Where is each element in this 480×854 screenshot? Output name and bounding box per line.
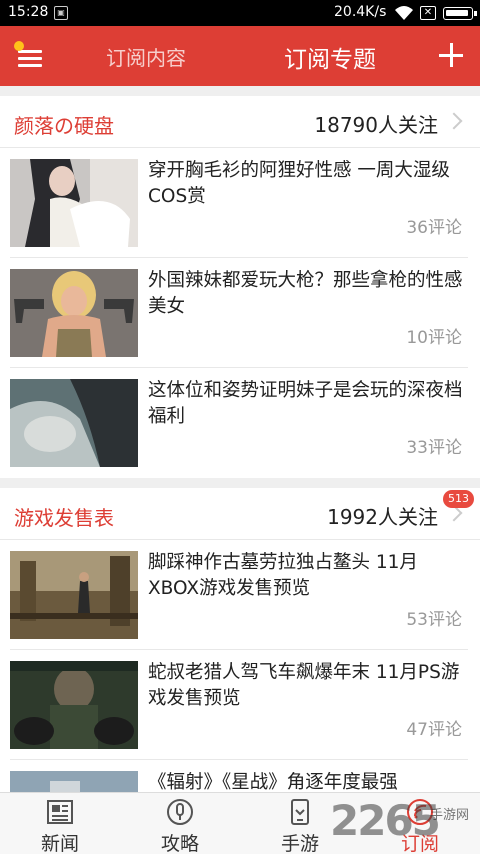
article-item[interactable]: 外国辣妹都爱玩大枪？那些拿枪的性感美女 10评论 <box>10 258 468 368</box>
nav-label: 新闻 <box>40 833 79 854</box>
status-bar: 15:28 ▣ 20.4K/s ✕ <box>0 0 480 26</box>
sim-icon: ▣ <box>54 6 68 20</box>
comment-count: 53评论 <box>406 610 462 630</box>
article-title: 这体位和姿势证明妹子是会玩的深夜档福利 <box>148 380 463 427</box>
section-divider <box>0 86 480 96</box>
topic-header[interactable]: 游戏发售表 1992人关注 513 <box>0 488 480 540</box>
article-thumbnail <box>10 159 138 247</box>
guide-icon <box>167 799 193 825</box>
topic-header[interactable]: 颜落の硬盘 18790人关注 <box>0 96 480 148</box>
comment-count: 33评论 <box>406 438 462 458</box>
article-item[interactable]: 这体位和姿势证明妹子是会玩的深夜档福利 33评论 <box>10 368 468 478</box>
comment-count: 36评论 <box>406 218 462 238</box>
topic-section: 游戏发售表 1992人关注 513 脚踩神作古墓劳拉独占鳌头 11月XBOX游戏… <box>0 488 480 792</box>
wifi-icon <box>395 6 413 20</box>
article-thumbnail <box>10 661 138 749</box>
article-thumbnail <box>10 551 138 639</box>
content-list[interactable]: 颜落の硬盘 18790人关注 穿开胸毛衫的阿狸好性感 一周大湿级COS赏 36评… <box>0 86 480 792</box>
article-item[interactable]: 穿开胸毛衫的阿狸好性感 一周大湿级COS赏 36评论 <box>10 148 468 258</box>
article-title: 蛇叔老猎人驾飞车飙爆年末 11月PS游戏发售预览 <box>148 662 460 709</box>
app-header: 订阅内容 订阅专题 <box>0 26 480 86</box>
network-speed: 20.4K/s <box>334 4 387 20</box>
menu-icon-bar <box>18 64 42 67</box>
follower-count: 1992人关注 <box>327 505 438 529</box>
add-subscription-button[interactable] <box>436 40 466 70</box>
battery-icon <box>443 7 477 20</box>
nav-subscribe[interactable]: 订阅 <box>360 793 480 854</box>
article-title: 外国辣妹都爱玩大枪？那些拿枪的性感美女 <box>148 270 463 317</box>
menu-button[interactable] <box>14 41 44 70</box>
chevron-right-icon <box>445 112 463 130</box>
nav-label: 攻略 <box>160 833 199 854</box>
menu-icon <box>18 50 42 53</box>
status-time: 15:28 <box>8 4 49 20</box>
follower-count: 18790人关注 <box>314 113 438 137</box>
topic-title: 颜落の硬盘 <box>14 114 114 138</box>
section-divider <box>0 478 480 488</box>
nav-label: 手游 <box>280 833 319 854</box>
nav-guides[interactable]: 攻略 <box>120 793 240 854</box>
notification-dot <box>14 41 24 51</box>
menu-icon-bar <box>18 57 42 60</box>
article-thumbnail <box>10 269 138 357</box>
tab-subscribed-topics[interactable]: 订阅专题 <box>284 40 376 74</box>
tab-subscribed-content[interactable]: 订阅内容 <box>106 42 186 71</box>
article-title: 脚踩神作古墓劳拉独占鳌头 11月XBOX游戏发售预览 <box>148 552 418 599</box>
article-thumbnail <box>10 771 138 792</box>
topic-title: 游戏发售表 <box>14 506 114 530</box>
unread-badge: 513 <box>443 490 474 508</box>
nav-news[interactable]: 新闻 <box>0 793 120 854</box>
nav-mobile-games[interactable]: 手游 <box>240 793 360 854</box>
article-title: 穿开胸毛衫的阿狸好性感 一周大湿级COS赏 <box>148 160 450 207</box>
article-title: 《辐射》《星战》角逐年度最强 <box>148 772 398 792</box>
phone-icon <box>291 799 309 825</box>
topic-section: 颜落の硬盘 18790人关注 穿开胸毛衫的阿狸好性感 一周大湿级COS赏 36评… <box>0 96 480 478</box>
comment-count: 10评论 <box>406 328 462 348</box>
article-item[interactable]: 蛇叔老猎人驾飞车飙爆年末 11月PS游戏发售预览 47评论 <box>10 650 468 760</box>
newspaper-icon <box>47 800 73 824</box>
bottom-navigation: 新闻 攻略 手游 订阅 <box>0 792 480 854</box>
article-thumbnail <box>10 379 138 467</box>
comment-count: 47评论 <box>406 720 462 740</box>
subscribe-icon <box>407 799 433 825</box>
article-item[interactable]: 脚踩神作古墓劳拉独占鳌头 11月XBOX游戏发售预览 53评论 <box>10 540 468 650</box>
notification-icon: ✕ <box>420 6 436 20</box>
nav-label: 订阅 <box>400 833 439 854</box>
article-item[interactable]: 《辐射》《星战》角逐年度最强 <box>10 760 468 792</box>
